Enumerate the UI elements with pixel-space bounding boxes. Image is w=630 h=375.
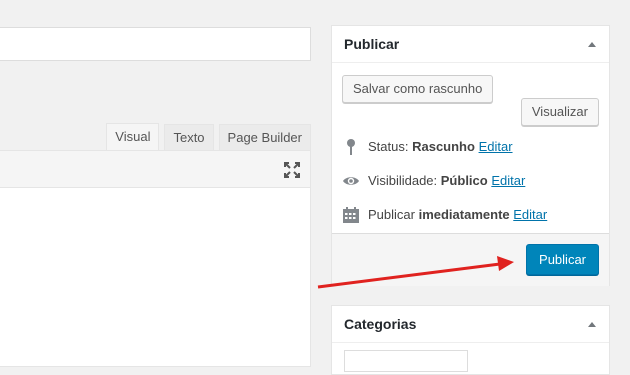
categories-box: Categorias <box>331 305 610 375</box>
tab-page-builder[interactable]: Page Builder <box>218 124 311 151</box>
fullscreen-icon[interactable] <box>283 161 301 179</box>
status-row: Status: Rascunho Editar <box>342 137 602 157</box>
schedule-row: Publicar imediatamente Editar <box>342 205 602 225</box>
editor-content-area[interactable] <box>0 187 311 367</box>
editor-toolbar <box>0 150 311 188</box>
editor-tabs: Visual Texto Page Builder <box>101 123 311 151</box>
categories-tab[interactable] <box>344 350 468 372</box>
categories-box-title: Categorias <box>344 316 417 332</box>
publish-box-title: Publicar <box>344 36 400 52</box>
publish-box-header[interactable]: Publicar <box>332 26 609 63</box>
publish-actions: Publicar <box>332 233 609 286</box>
collapse-toggle-icon[interactable] <box>588 322 596 327</box>
visibility-row: Visibilidade: Público Editar <box>342 171 602 191</box>
edit-visibility-link[interactable]: Editar <box>491 173 525 188</box>
schedule-value: imediatamente <box>418 207 510 222</box>
status-label: Status: <box>368 139 409 154</box>
collapse-toggle-icon[interactable] <box>588 42 596 47</box>
preview-button[interactable]: Visualizar <box>520 98 599 126</box>
edit-status-link[interactable]: Editar <box>479 139 513 154</box>
visibility-value: Público <box>440 173 488 188</box>
tab-visual[interactable]: Visual <box>106 123 160 151</box>
eye-icon <box>343 177 359 185</box>
calendar-icon <box>343 207 359 223</box>
publish-box: Publicar Salvar como rascunho Visualizar… <box>331 25 610 286</box>
save-draft-button[interactable]: Salvar como rascunho <box>342 75 494 103</box>
visibility-label: Visibilidade: <box>368 173 438 188</box>
tab-text[interactable]: Texto <box>164 124 214 151</box>
pin-icon <box>347 139 355 155</box>
edit-schedule-link[interactable]: Editar <box>513 207 547 222</box>
status-value: Rascunho <box>412 139 475 154</box>
schedule-label: Publicar <box>368 207 415 222</box>
post-title-input[interactable] <box>0 27 311 61</box>
categories-box-header[interactable]: Categorias <box>332 306 609 343</box>
publish-button[interactable]: Publicar <box>526 244 599 275</box>
